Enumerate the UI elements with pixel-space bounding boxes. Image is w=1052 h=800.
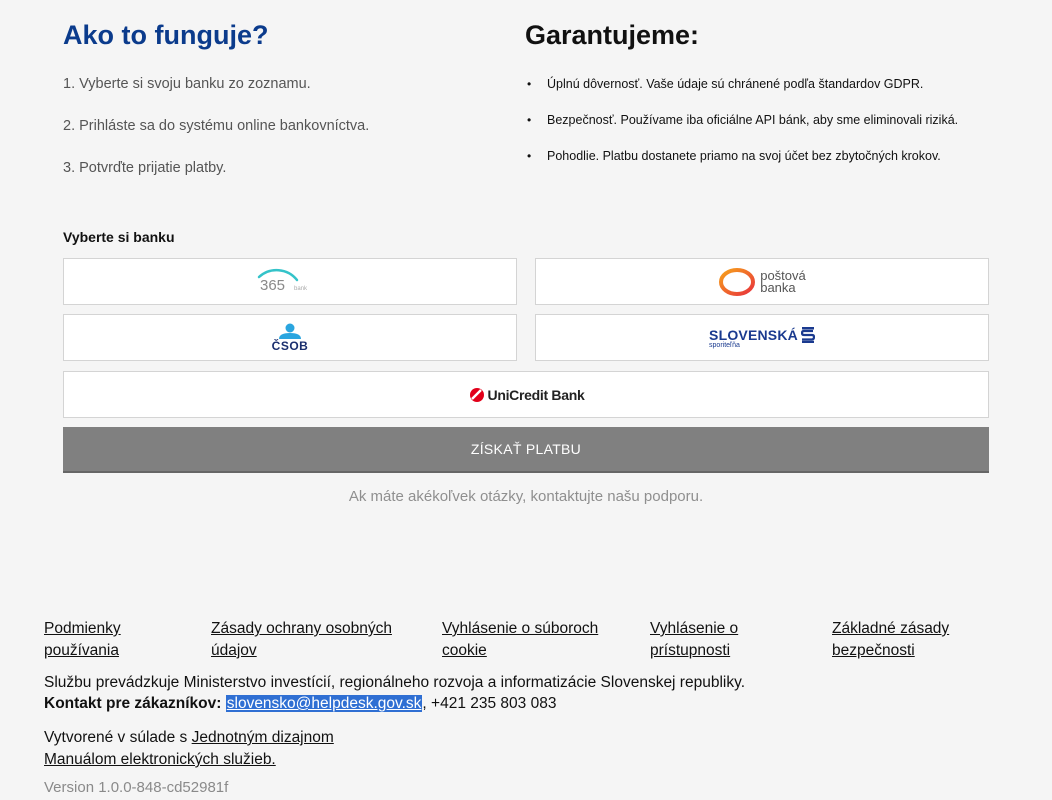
contact-line: Kontakt pre zákazníkov: slovensko@helpde… bbox=[44, 694, 556, 714]
slsp-name: SLOVENSKÁ bbox=[709, 326, 798, 343]
step-1: 1. Vyberte si svoju banku zo zoznamu. bbox=[63, 76, 311, 92]
guarantee-item-comfort: Pohodlie. Platbu dostanete priamo na svo… bbox=[527, 148, 967, 165]
slsp-sub: sporiteľňa bbox=[709, 341, 740, 349]
choose-bank-heading: Vyberte si banku bbox=[63, 229, 175, 245]
postova-banka-logo: poštová banka bbox=[718, 267, 806, 297]
support-note: Ak máte akékoľvek otázky, kontaktujte na… bbox=[348, 488, 704, 505]
step-3: 3. Potvrďte prijatie platby. bbox=[63, 160, 227, 176]
slsp-main: SLOVENSKÁ bbox=[709, 326, 815, 343]
how-it-works-title: Ako to funguje? bbox=[63, 20, 269, 50]
made-in-accordance: Vytvorené v súlade s Jednotným dizajnom … bbox=[44, 727, 404, 771]
csob-figure-icon bbox=[278, 323, 301, 339]
csob-name: ČSOB bbox=[271, 338, 309, 353]
bank-option-postova-banka[interactable]: poštová banka bbox=[535, 258, 989, 305]
bank-option-slovenska-sporitelna[interactable]: SLOVENSKÁ sporiteľňa bbox=[535, 314, 989, 361]
bank-365-number: 365 bbox=[260, 276, 286, 294]
page: Ako to funguje? 1. Vyberte si svoju bank… bbox=[0, 0, 1052, 800]
bank-option-csob[interactable]: ČSOB bbox=[63, 314, 517, 361]
version-text: Version 1.0.0-848-cd52981f bbox=[44, 779, 229, 796]
bank-365-sub: bank bbox=[294, 285, 308, 292]
footer-link-terms[interactable]: Podmienky používania bbox=[44, 618, 184, 662]
unicredit-logo: UniCredit Bank bbox=[468, 387, 585, 403]
slsp-s-icon bbox=[800, 326, 815, 343]
contact-phone: , +421 235 803 083 bbox=[422, 695, 557, 712]
made-prefix: Vytvorené v súlade s bbox=[44, 729, 192, 746]
bank-365-arc-icon bbox=[257, 268, 299, 281]
unicredit-name: UniCredit Bank bbox=[487, 386, 585, 403]
unicredit-mark-icon bbox=[469, 387, 484, 402]
operator-text: Službu prevádzkuje Ministerstvo investíc… bbox=[44, 674, 745, 691]
contact-email-link[interactable]: slovensko@helpdesk.gov.sk bbox=[225, 695, 423, 712]
step-2: 2. Prihláste sa do systému online bankov… bbox=[63, 118, 370, 134]
slsp-logo: SLOVENSKÁ sporiteľňa bbox=[709, 326, 815, 349]
footer-link-security[interactable]: Základné zásady bezpečnosti bbox=[832, 618, 992, 662]
bank-option-unicredit[interactable]: UniCredit Bank bbox=[63, 371, 989, 418]
postova-banka-line2: banka bbox=[760, 279, 796, 295]
steps-list: 1. Vyberte si svoju banku zo zoznamu. 2.… bbox=[63, 76, 369, 202]
csob-logo: ČSOB bbox=[272, 323, 309, 353]
footer-link-privacy[interactable]: Zásady ochrany osobných údajov bbox=[211, 618, 421, 662]
footer-link-cookies[interactable]: Vyhlásenie o súboroch cookie bbox=[442, 618, 632, 662]
guarantee-item-security: Bezpečnosť. Používame iba oficiálne API … bbox=[527, 112, 967, 129]
postova-banka-text: poštová banka bbox=[760, 269, 806, 295]
bank-365-logo: 365 bank bbox=[245, 264, 335, 300]
postova-banka-ring-icon bbox=[719, 267, 756, 296]
guarantee-list: Úplnú dôvernosť. Vaše údaje sú chránené … bbox=[527, 76, 967, 184]
guarantee-title: Garantujeme: bbox=[525, 20, 700, 50]
get-payment-button[interactable]: ZÍSKAŤ PLATBU bbox=[63, 427, 989, 473]
contact-label: Kontakt pre zákazníkov: bbox=[44, 695, 222, 712]
guarantee-item-privacy: Úplnú dôvernosť. Vaše údaje sú chránené … bbox=[527, 76, 967, 93]
bank-option-365[interactable]: 365 bank bbox=[63, 258, 517, 305]
footer-link-accessibility[interactable]: Vyhlásenie o prístupnosti bbox=[650, 618, 800, 662]
